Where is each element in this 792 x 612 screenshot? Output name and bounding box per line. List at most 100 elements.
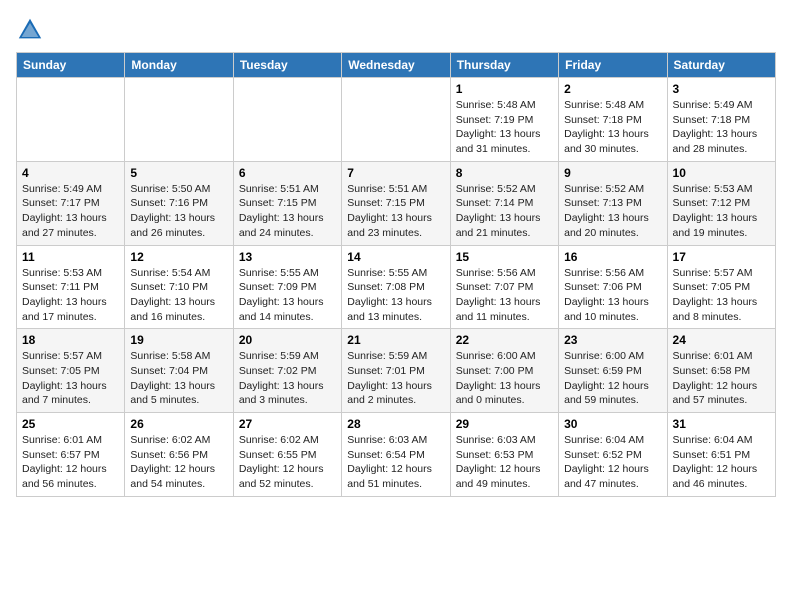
column-header-tuesday: Tuesday xyxy=(233,53,341,78)
day-number: 25 xyxy=(22,417,119,431)
day-cell: 5Sunrise: 5:50 AM Sunset: 7:16 PM Daylig… xyxy=(125,161,233,245)
day-number: 23 xyxy=(564,333,661,347)
day-cell: 1 Sunrise: 5:48 AM Sunset: 7:19 PM Daylig… xyxy=(450,78,558,162)
day-cell: 8Sunrise: 5:52 AM Sunset: 7:14 PM Daylig… xyxy=(450,161,558,245)
day-number: 7 xyxy=(347,166,444,180)
day-number: 9 xyxy=(564,166,661,180)
day-info: Sunrise: 5:53 AM Sunset: 7:12 PM Dayligh… xyxy=(673,182,770,241)
day-info: Sunrise: 5:52 AM Sunset: 7:13 PM Dayligh… xyxy=(564,182,661,241)
day-info: Sunrise: 5:57 AM Sunset: 7:05 PM Dayligh… xyxy=(22,349,119,408)
column-header-friday: Friday xyxy=(559,53,667,78)
logo xyxy=(16,16,48,44)
day-info: Sunrise: 6:00 AM Sunset: 6:59 PM Dayligh… xyxy=(564,349,661,408)
day-number: 27 xyxy=(239,417,336,431)
day-cell: 15 Sunrise: 5:56 AM Sunset: 7:07 PM Dayli… xyxy=(450,245,558,329)
week-row-1: 1 Sunrise: 5:48 AM Sunset: 7:19 PM Daylig… xyxy=(17,78,776,162)
day-info: Sunrise: 5:56 AM Sunset: 7:07 PM Dayligh… xyxy=(456,266,553,325)
header-row: SundayMondayTuesdayWednesdayThursdayFrid… xyxy=(17,53,776,78)
day-cell: 21 Sunrise: 5:59 AM Sunset: 7:01 PM Dayli… xyxy=(342,329,450,413)
day-number: 24 xyxy=(673,333,770,347)
day-cell: 12 Sunrise: 5:54 AM Sunset: 7:10 PM Dayli… xyxy=(125,245,233,329)
day-number: 11 xyxy=(22,250,119,264)
logo-icon xyxy=(16,16,44,44)
day-info: Sunrise: 6:02 AM Sunset: 6:55 PM Dayligh… xyxy=(239,433,336,492)
day-number: 21 xyxy=(347,333,444,347)
day-info: Sunrise: 5:57 AM Sunset: 7:05 PM Dayligh… xyxy=(673,266,770,325)
day-cell: 17 Sunrise: 5:57 AM Sunset: 7:05 PM Dayli… xyxy=(667,245,775,329)
day-cell: 2 Sunrise: 5:48 AM Sunset: 7:18 PM Daylig… xyxy=(559,78,667,162)
day-number: 17 xyxy=(673,250,770,264)
day-info: Sunrise: 5:59 AM Sunset: 7:01 PM Dayligh… xyxy=(347,349,444,408)
day-info: Sunrise: 6:00 AM Sunset: 7:00 PM Dayligh… xyxy=(456,349,553,408)
column-header-thursday: Thursday xyxy=(450,53,558,78)
day-cell xyxy=(125,78,233,162)
day-number: 14 xyxy=(347,250,444,264)
day-cell: 7 Sunrise: 5:51 AM Sunset: 7:15 PM Daylig… xyxy=(342,161,450,245)
day-info: Sunrise: 5:51 AM Sunset: 7:15 PM Dayligh… xyxy=(239,182,336,241)
day-cell: 22 Sunrise: 6:00 AM Sunset: 7:00 PM Dayli… xyxy=(450,329,558,413)
day-cell: 20 Sunrise: 5:59 AM Sunset: 7:02 PM Dayli… xyxy=(233,329,341,413)
day-number: 20 xyxy=(239,333,336,347)
day-cell: 25 Sunrise: 6:01 AM Sunset: 6:57 PM Dayli… xyxy=(17,413,125,497)
column-header-wednesday: Wednesday xyxy=(342,53,450,78)
column-header-monday: Monday xyxy=(125,53,233,78)
column-header-sunday: Sunday xyxy=(17,53,125,78)
day-cell: 30 Sunrise: 6:04 AM Sunset: 6:52 PM Dayli… xyxy=(559,413,667,497)
day-info: Sunrise: 5:59 AM Sunset: 7:02 PM Dayligh… xyxy=(239,349,336,408)
day-number: 31 xyxy=(673,417,770,431)
day-info: Sunrise: 5:48 AM Sunset: 7:18 PM Dayligh… xyxy=(564,98,661,157)
day-info: Sunrise: 6:01 AM Sunset: 6:58 PM Dayligh… xyxy=(673,349,770,408)
day-info: Sunrise: 6:04 AM Sunset: 6:51 PM Dayligh… xyxy=(673,433,770,492)
week-row-3: 11Sunrise: 5:53 AM Sunset: 7:11 PM Dayli… xyxy=(17,245,776,329)
day-number: 28 xyxy=(347,417,444,431)
day-number: 2 xyxy=(564,82,661,96)
day-info: Sunrise: 5:56 AM Sunset: 7:06 PM Dayligh… xyxy=(564,266,661,325)
day-cell: 31 Sunrise: 6:04 AM Sunset: 6:51 PM Dayli… xyxy=(667,413,775,497)
day-cell: 10 Sunrise: 5:53 AM Sunset: 7:12 PM Dayli… xyxy=(667,161,775,245)
day-cell xyxy=(233,78,341,162)
calendar-table: SundayMondayTuesdayWednesdayThursdayFrid… xyxy=(16,52,776,497)
day-number: 19 xyxy=(130,333,227,347)
week-row-2: 4Sunrise: 5:49 AM Sunset: 7:17 PM Daylig… xyxy=(17,161,776,245)
day-info: Sunrise: 5:49 AM Sunset: 7:17 PM Dayligh… xyxy=(22,182,119,241)
day-cell: 9 Sunrise: 5:52 AM Sunset: 7:13 PM Daylig… xyxy=(559,161,667,245)
day-info: Sunrise: 5:48 AM Sunset: 7:19 PM Dayligh… xyxy=(456,98,553,157)
day-number: 10 xyxy=(673,166,770,180)
day-info: Sunrise: 5:49 AM Sunset: 7:18 PM Dayligh… xyxy=(673,98,770,157)
day-info: Sunrise: 6:01 AM Sunset: 6:57 PM Dayligh… xyxy=(22,433,119,492)
day-info: Sunrise: 5:54 AM Sunset: 7:10 PM Dayligh… xyxy=(130,266,227,325)
day-cell: 28Sunrise: 6:03 AM Sunset: 6:54 PM Dayli… xyxy=(342,413,450,497)
day-number: 1 xyxy=(456,82,553,96)
column-header-saturday: Saturday xyxy=(667,53,775,78)
day-number: 13 xyxy=(239,250,336,264)
day-number: 8 xyxy=(456,166,553,180)
day-cell: 14 Sunrise: 5:55 AM Sunset: 7:08 PM Dayli… xyxy=(342,245,450,329)
day-cell: 6Sunrise: 5:51 AM Sunset: 7:15 PM Daylig… xyxy=(233,161,341,245)
page-header xyxy=(16,16,776,44)
week-row-4: 18 Sunrise: 5:57 AM Sunset: 7:05 PM Dayli… xyxy=(17,329,776,413)
day-info: Sunrise: 5:55 AM Sunset: 7:09 PM Dayligh… xyxy=(239,266,336,325)
day-cell: 3Sunrise: 5:49 AM Sunset: 7:18 PM Daylig… xyxy=(667,78,775,162)
day-number: 16 xyxy=(564,250,661,264)
day-info: Sunrise: 5:55 AM Sunset: 7:08 PM Dayligh… xyxy=(347,266,444,325)
day-cell: 11Sunrise: 5:53 AM Sunset: 7:11 PM Dayli… xyxy=(17,245,125,329)
day-info: Sunrise: 5:51 AM Sunset: 7:15 PM Dayligh… xyxy=(347,182,444,241)
day-cell: 27 Sunrise: 6:02 AM Sunset: 6:55 PM Dayli… xyxy=(233,413,341,497)
day-number: 30 xyxy=(564,417,661,431)
day-cell: 18 Sunrise: 5:57 AM Sunset: 7:05 PM Dayli… xyxy=(17,329,125,413)
day-cell: 13 Sunrise: 5:55 AM Sunset: 7:09 PM Dayli… xyxy=(233,245,341,329)
week-row-5: 25 Sunrise: 6:01 AM Sunset: 6:57 PM Dayli… xyxy=(17,413,776,497)
day-cell: 4Sunrise: 5:49 AM Sunset: 7:17 PM Daylig… xyxy=(17,161,125,245)
day-info: Sunrise: 6:02 AM Sunset: 6:56 PM Dayligh… xyxy=(130,433,227,492)
day-number: 15 xyxy=(456,250,553,264)
day-cell xyxy=(17,78,125,162)
day-cell: 19Sunrise: 5:58 AM Sunset: 7:04 PM Dayli… xyxy=(125,329,233,413)
day-cell: 23 Sunrise: 6:00 AM Sunset: 6:59 PM Dayli… xyxy=(559,329,667,413)
day-number: 5 xyxy=(130,166,227,180)
day-cell: 29Sunrise: 6:03 AM Sunset: 6:53 PM Dayli… xyxy=(450,413,558,497)
day-cell: 26Sunrise: 6:02 AM Sunset: 6:56 PM Dayli… xyxy=(125,413,233,497)
day-number: 12 xyxy=(130,250,227,264)
day-number: 22 xyxy=(456,333,553,347)
day-number: 18 xyxy=(22,333,119,347)
day-info: Sunrise: 6:04 AM Sunset: 6:52 PM Dayligh… xyxy=(564,433,661,492)
